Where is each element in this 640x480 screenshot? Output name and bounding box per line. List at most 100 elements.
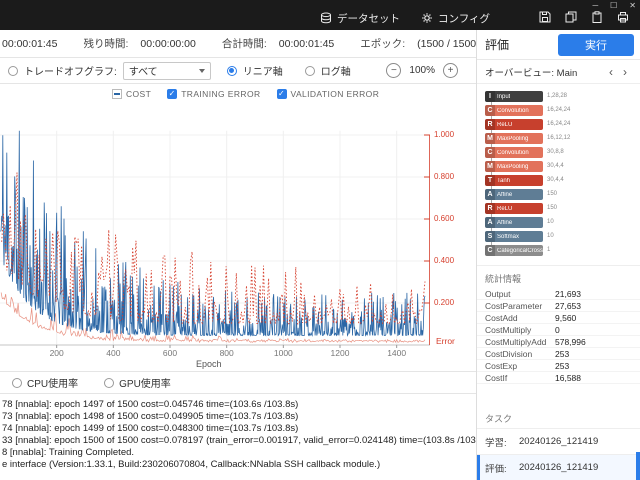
stat-row: CostParameter 27,653 <box>477 300 640 312</box>
layer-letter: T <box>485 175 495 186</box>
config-button[interactable]: コンフィグ <box>421 9 490 27</box>
stat-name: CostExp <box>485 360 518 371</box>
network-layer-node[interactable]: A Affine 150 <box>485 189 640 203</box>
layer-block: T Tanh <box>485 175 543 186</box>
training-log: 78 [nnabla]: epoch 1497 of 1500 cost=0.0… <box>0 394 476 471</box>
layer-letter: A <box>485 189 495 200</box>
x-tick-label: 1400 <box>387 348 407 358</box>
gpu-usage-option[interactable]: GPU使用率 <box>104 375 171 390</box>
legend-cost[interactable]: COST <box>112 89 151 99</box>
stat-name: CostMultiply <box>485 324 532 335</box>
stat-name: Output <box>485 288 511 299</box>
remaining-time-value: 00:00:00:00 <box>140 37 196 50</box>
cpu-usage-option[interactable]: CPU使用率 <box>12 375 78 390</box>
zoom-in-icon[interactable] <box>443 63 458 78</box>
network-layer-node[interactable]: I Input 1,28,28 <box>485 91 640 105</box>
elapsed-time-value: 00:00:01:45 <box>2 37 58 50</box>
legend-validation-label: VALIDATION ERROR <box>290 89 380 99</box>
x-tick-label: 600 <box>162 348 178 358</box>
right-tick-label: 0.400 <box>434 256 455 265</box>
layer-name: Affine <box>497 219 513 226</box>
validation-error-checkbox[interactable] <box>276 89 287 99</box>
task-row[interactable]: 評価: 20240126_121419 <box>477 454 640 480</box>
layer-block: M MaxPooling <box>485 133 543 144</box>
x-tick-label: 1200 <box>330 348 350 358</box>
layer-shape: 16,12,12 <box>547 135 571 141</box>
layer-name: CategoricalCrossEntropy <box>497 247 543 254</box>
log-line: 74 [nnabla]: epoch 1499 of 1500 cost=0.0… <box>2 423 299 434</box>
layer-shape: 10 <box>547 219 554 225</box>
network-layer-node[interactable]: A Affine 10 <box>485 217 640 231</box>
run-button[interactable]: 実行 <box>558 34 634 56</box>
zoom-out-icon[interactable] <box>386 63 402 78</box>
layer-block: R ReLU <box>485 119 543 130</box>
gpu-usage-radio[interactable] <box>104 377 115 388</box>
chevron-right-icon[interactable] <box>618 65 632 79</box>
layer-block: A Affine <box>485 217 543 228</box>
main-area: 00:00:01:45 残り時間: 00:00:00:00 合計時間: 00:0… <box>0 30 477 480</box>
printer-icon[interactable] <box>614 9 632 25</box>
stat-row: CostMultiplyAdd 578,996 <box>477 336 640 348</box>
tradeoff-filter-select[interactable]: すべて <box>122 61 211 80</box>
layer-letter: M <box>485 161 495 172</box>
right-tick-label: 0.600 <box>434 214 455 223</box>
network-layer-node[interactable]: M MaxPooling 30,4,4 <box>485 161 640 175</box>
scrollbar-thumb[interactable] <box>636 452 640 480</box>
network-layer-node[interactable]: R ReLU 150 <box>485 203 640 217</box>
dataset-icon <box>320 12 332 24</box>
x-tick-label: 800 <box>219 348 234 358</box>
title-bar: ─ ☐ ✕ データセット コンフィグ <box>0 0 640 30</box>
right-tick-label: 1.000 <box>434 130 455 139</box>
layer-name: MaxPooling <box>497 135 529 142</box>
tradeoff-graph-radio[interactable] <box>8 65 18 76</box>
layer-block: CCategoricalCrossEntropy <box>485 245 543 256</box>
layer-shape: 16,24,24 <box>547 121 571 127</box>
task-row[interactable]: 学習: 20240126_121419 <box>477 428 640 454</box>
clipboard-icon[interactable] <box>588 9 606 25</box>
stat-value: 9,560 <box>555 312 577 323</box>
stat-name: CostMultiplyAdd <box>485 336 547 347</box>
layer-shape: 30,4,4 <box>547 163 564 169</box>
legend-validation-error[interactable]: VALIDATION ERROR <box>276 89 380 99</box>
network-layer-node[interactable]: R ReLU 16,24,24 <box>485 119 640 133</box>
layer-shape: 30,4,4 <box>547 177 564 183</box>
layer-name: Convolution <box>497 107 529 114</box>
training-error-checkbox[interactable] <box>167 89 178 99</box>
network-layer-node[interactable]: S Softmax 10 <box>485 231 640 245</box>
dataset-button-label: データセット <box>337 12 400 25</box>
network-overview-canvas[interactable]: I Input 1,28,28 C Convolution 16,24,24 R ReLU 16… <box>477 84 640 266</box>
network-layer-node[interactable]: C Convolution 30,8,8 <box>485 147 640 161</box>
tradeoff-filter-value: すべて <box>128 67 158 78</box>
chevron-left-icon[interactable] <box>604 65 618 79</box>
task-title: タスク <box>485 414 513 424</box>
layer-block: S Softmax <box>485 231 543 242</box>
layer-shape: 16,24,24 <box>547 107 571 113</box>
network-layer-node[interactable]: M MaxPooling 16,12,12 <box>485 133 640 147</box>
copy-icon[interactable] <box>562 9 580 25</box>
network-layer-node[interactable]: C Convolution 16,24,24 <box>485 105 640 119</box>
legend-training-error[interactable]: TRAINING ERROR <box>167 89 260 99</box>
chevron-down-icon <box>198 68 205 73</box>
task-value: 20240126_121419 <box>519 462 599 473</box>
layer-letter: R <box>485 119 495 130</box>
legend-cost-label: COST <box>126 89 152 99</box>
dataset-button[interactable]: データセット <box>320 9 400 27</box>
stat-value: 21,693 <box>555 288 581 299</box>
network-layer-node[interactable]: T Tanh 30,4,4 <box>485 175 640 189</box>
save-icon[interactable] <box>536 9 554 25</box>
log-line: 33 [nnabla]: epoch 1500 of 1500 cost=0.0… <box>2 435 476 446</box>
linear-axis-radio[interactable] <box>226 65 237 76</box>
stat-row: CostAdd 9,560 <box>477 312 640 324</box>
stat-row: CostDivision 253 <box>477 348 640 360</box>
x-tick-label: 1000 <box>273 348 293 358</box>
log-line: 73 [nnabla]: epoch 1498 of 1500 cost=0.0… <box>2 411 299 422</box>
gpu-usage-label: GPU使用率 <box>119 379 171 390</box>
stat-row: Output 21,693 <box>477 288 640 300</box>
cpu-usage-radio[interactable] <box>12 377 22 388</box>
log-axis-radio[interactable] <box>304 65 315 76</box>
log-line: e interface (Version:1.33.1, Build:23020… <box>2 459 381 470</box>
layer-name: Input <box>497 93 511 100</box>
stat-value: 27,653 <box>555 300 581 311</box>
layer-shape: 30,8,8 <box>547 149 564 155</box>
network-layer-node[interactable]: CCategoricalCrossEntropy 1 <box>485 245 640 259</box>
